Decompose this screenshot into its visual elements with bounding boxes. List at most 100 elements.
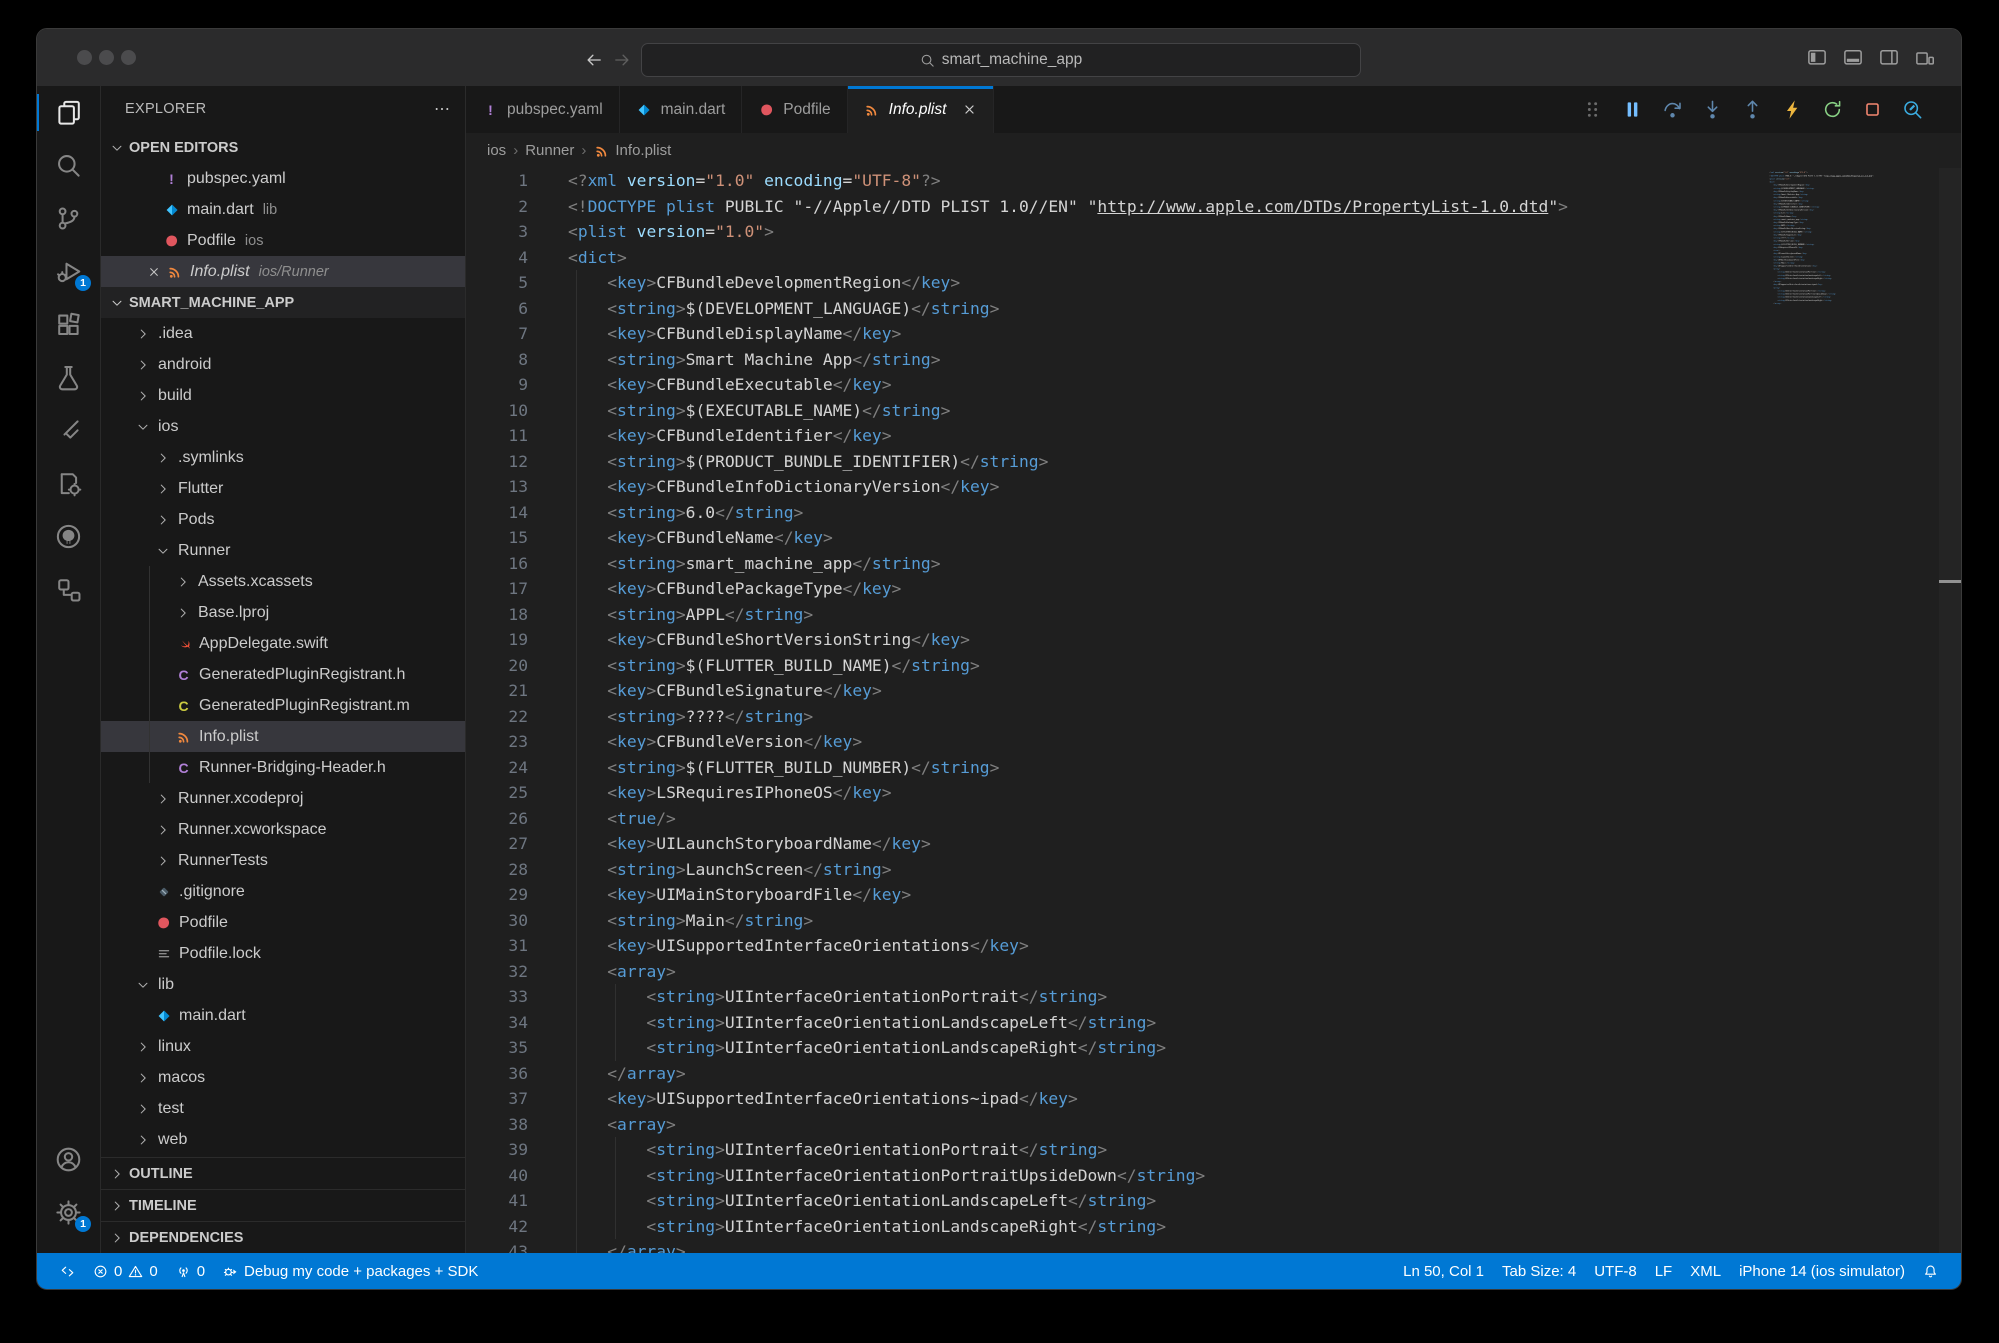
step-into-icon (1702, 99, 1723, 120)
status-remote[interactable] (51, 1264, 84, 1279)
tree-item-.idea[interactable]: .idea (101, 318, 465, 349)
tree-item-Base.lproj[interactable]: Base.lproj (101, 597, 465, 628)
open-editor-Podfile[interactable]: Podfileios (101, 225, 465, 256)
activity-references[interactable] (37, 563, 100, 616)
tree-item-Assets.xcassets[interactable]: Assets.xcassets (101, 566, 465, 597)
indent-guide (576, 755, 577, 781)
activity-settings[interactable]: 1 (37, 1186, 100, 1239)
indent-guide (576, 882, 577, 908)
tree-item-Runner-Bridging-Header.h[interactable]: CRunner-Bridging-Header.h (101, 752, 465, 783)
status-problems[interactable]: 00 (84, 1263, 167, 1280)
tab-Podfile[interactable]: Podfile (742, 86, 847, 133)
tree-item-Runner.xcworkspace[interactable]: Runner.xcworkspace (101, 814, 465, 845)
status-cursor-position[interactable]: Ln 50, Col 1 (1394, 1263, 1493, 1280)
tree-item-main.dart[interactable]: main.dart (101, 1000, 465, 1031)
tree-item-Runner.xcodeproj[interactable]: Runner.xcodeproj (101, 783, 465, 814)
tree-item-linux[interactable]: linux (101, 1031, 465, 1062)
tree-item-AppDelegate.swift[interactable]: AppDelegate.swift (101, 628, 465, 659)
tree-item-web[interactable]: web (101, 1124, 465, 1155)
open-editors-header[interactable]: OPEN EDITORS (101, 132, 465, 163)
activity-github[interactable] (37, 510, 100, 563)
stop-button[interactable] (1862, 99, 1883, 120)
status-tab-size[interactable]: Tab Size: 4 (1493, 1263, 1585, 1280)
tree-item-ios[interactable]: ios (101, 411, 465, 442)
activity-extensions[interactable] (37, 298, 100, 351)
editor-viewport[interactable]: 1<?xml version="1.0" encoding="UTF-8"?>2… (466, 168, 1961, 1253)
tab-Info.plist[interactable]: Info.plist (848, 86, 995, 133)
restart-button[interactable] (1822, 99, 1843, 120)
tree-item-macos[interactable]: macos (101, 1062, 465, 1093)
tree-item-GeneratedPluginRegistrant.h[interactable]: CGeneratedPluginRegistrant.h (101, 659, 465, 690)
tree-item-test[interactable]: test (101, 1093, 465, 1124)
section-outline[interactable]: OUTLINE (101, 1157, 465, 1189)
inspector-button[interactable] (1902, 99, 1923, 120)
step-into-button[interactable] (1702, 99, 1723, 120)
activity-source-control[interactable] (37, 192, 100, 245)
layout-sidebar-right-button[interactable] (1879, 47, 1899, 67)
activity-search[interactable] (37, 139, 100, 192)
tree-item-Podfile[interactable]: Podfile (101, 907, 465, 938)
command-center-search[interactable]: smart_machine_app (641, 43, 1361, 77)
layout-sidebar-left-button[interactable] (1807, 47, 1827, 67)
activity-project[interactable] (37, 457, 100, 510)
activity-accounts[interactable] (37, 1133, 100, 1186)
hot-reload-button[interactable] (1782, 99, 1803, 120)
tree-item-GeneratedPluginRegistrant.m[interactable]: CGeneratedPluginRegistrant.m (101, 690, 465, 721)
tree-item-Pods[interactable]: Pods (101, 504, 465, 535)
section-timeline[interactable]: TIMELINE (101, 1189, 465, 1221)
indent-guide (576, 984, 577, 1010)
tree-item-Runner[interactable]: Runner (101, 535, 465, 566)
vertical-scrollbar[interactable] (1939, 168, 1961, 1253)
tab-main.dart[interactable]: main.dart (620, 86, 743, 133)
views-actions-icon[interactable]: ⋯ (434, 99, 451, 119)
tree-item-Podfile.lock[interactable]: Podfile.lock (101, 938, 465, 969)
section-dependencies[interactable]: DEPENDENCIES (101, 1221, 465, 1253)
breadcrumb-item-Info.plist[interactable]: Info.plist (593, 142, 671, 159)
status-debug-config[interactable]: Debug my code + packages + SDK (214, 1263, 487, 1280)
status-notifications[interactable] (1914, 1264, 1947, 1279)
tree-item-lib[interactable]: lib (101, 969, 465, 1000)
activity-flutter[interactable] (37, 404, 100, 457)
tree-item-android[interactable]: android (101, 349, 465, 380)
breadcrumb-item-ios[interactable]: ios (487, 142, 506, 159)
indent-guide (615, 984, 616, 1010)
tree-item-.gitignore[interactable]: .gitignore (101, 876, 465, 907)
step-out-button[interactable] (1742, 99, 1763, 120)
forward-icon[interactable] (613, 51, 631, 69)
code-line-14: 14 <string>6.0</string> (466, 500, 1961, 526)
tree-item-build[interactable]: build (101, 380, 465, 411)
status-encoding[interactable]: UTF-8 (1585, 1263, 1646, 1280)
close-icon[interactable] (962, 102, 977, 117)
activity-testing[interactable] (37, 351, 100, 404)
status-eol[interactable]: LF (1646, 1263, 1682, 1280)
close-window-button[interactable] (77, 50, 92, 65)
zoom-window-button[interactable] (121, 50, 136, 65)
back-icon[interactable] (585, 51, 603, 69)
tree-item-Flutter[interactable]: Flutter (101, 473, 465, 504)
gripper-button[interactable] (1582, 99, 1603, 120)
open-editor-Info.plist[interactable]: Info.plistios/Runner (101, 256, 465, 287)
minimize-window-button[interactable] (99, 50, 114, 65)
layout-panel-bottom-button[interactable] (1843, 47, 1863, 67)
warning-icon (128, 1264, 143, 1279)
pause-button[interactable] (1622, 99, 1643, 120)
breadcrumb-item-Runner[interactable]: Runner (525, 142, 574, 159)
tree-item-RunnerTests[interactable]: RunnerTests (101, 845, 465, 876)
step-over-button[interactable] (1662, 99, 1683, 120)
tab-label: Podfile (783, 101, 830, 119)
status-language-mode[interactable]: XML (1681, 1263, 1730, 1280)
tree-item-Info.plist[interactable]: Info.plist (101, 721, 465, 752)
tab-pubspec.yaml[interactable]: !pubspec.yaml (466, 86, 620, 133)
minimap[interactable]: <?xml version="1.0" encoding="UTF-8"?><!… (1769, 171, 1929, 336)
status-device[interactable]: iPhone 14 (ios simulator) (1730, 1263, 1914, 1280)
layout-customize-button[interactable] (1915, 47, 1935, 67)
open-editor-main.dart[interactable]: main.dartlib (101, 194, 465, 225)
close-icon[interactable] (145, 265, 163, 279)
activity-run-debug[interactable]: 1 (37, 245, 100, 298)
status-ports[interactable]: 0 (167, 1263, 214, 1280)
tree-item-.symlinks[interactable]: .symlinks (101, 442, 465, 473)
workspace-header[interactable]: SMART_MACHINE_APP (101, 287, 465, 318)
code-line-13: 13 <key>CFBundleInfoDictionaryVersion</k… (466, 474, 1961, 500)
activity-explorer[interactable] (37, 86, 100, 139)
open-editor-pubspec.yaml[interactable]: !pubspec.yaml (101, 163, 465, 194)
